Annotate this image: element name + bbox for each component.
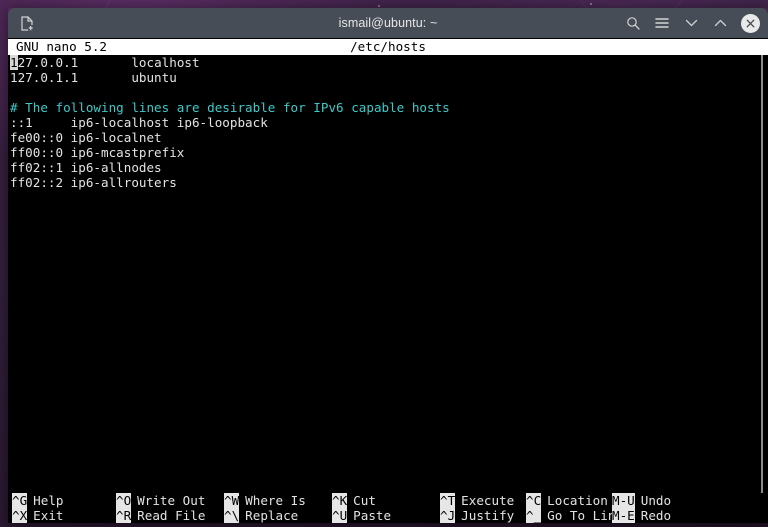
- shortcut-label: Undo: [640, 493, 672, 508]
- shortcut-key: M-U: [612, 493, 635, 508]
- shortcut-exit[interactable]: ^X Exit: [8, 508, 116, 523]
- shortcut-key: ^T: [440, 493, 456, 508]
- shortcut-label: Execute: [461, 493, 515, 508]
- nano-text-line: ::1 ip6-localhost ip6-loopback: [10, 115, 268, 130]
- shortcut-row-1: ^G Help ^O Write Out ^W Where Is ^K Cut ^T Execut…: [8, 493, 768, 508]
- nano-text-line: 127.0.1.1 ubuntu: [10, 70, 177, 85]
- nano-text-line: ff00::0 ip6-mcastprefix: [10, 145, 185, 160]
- hamburger-menu-icon[interactable]: [653, 14, 671, 32]
- shortcut-row-2: ^X Exit ^R Read File ^\ Replace ^U Paste ^J Justi…: [8, 508, 768, 523]
- shortcut-label: Go To Line: [547, 508, 623, 523]
- shortcut-read-file[interactable]: ^R Read File: [116, 508, 224, 523]
- nano-scrollbar[interactable]: [761, 55, 763, 493]
- nano-text-line: fe00::0 ip6-localnet: [10, 130, 162, 145]
- shortcut-key: ^G: [12, 493, 28, 508]
- shortcut-key: M-E: [612, 508, 635, 523]
- shortcut-label: Write Out: [137, 493, 206, 508]
- shortcut-key: ^O: [116, 493, 132, 508]
- shortcut-justify[interactable]: ^J Justify: [440, 508, 526, 523]
- shortcut-label: Justify: [461, 508, 515, 523]
- search-icon[interactable]: [624, 14, 642, 32]
- window-titlebar: ismail@ubuntu: ~: [8, 8, 768, 38]
- shortcut-undo[interactable]: M-U Undo: [612, 493, 708, 508]
- shortcut-key: ^X: [12, 508, 28, 523]
- shortcut-label: Paste: [353, 508, 392, 523]
- shortcut-paste[interactable]: ^U Paste: [332, 508, 440, 523]
- shortcut-key: ^\: [224, 508, 240, 523]
- shortcut-key: ^R: [116, 508, 132, 523]
- shortcut-label: Location: [547, 493, 608, 508]
- shortcut-key: ^C: [526, 493, 542, 508]
- shortcut-location[interactable]: ^C Location: [526, 493, 612, 508]
- nano-text-line: [10, 85, 768, 100]
- wallpaper-decor-dot: [378, 5, 380, 7]
- shortcut-go-to-line[interactable]: ^_ Go To Line: [526, 508, 623, 523]
- shortcut-label: Cut: [353, 493, 376, 508]
- shortcut-label: Read File: [137, 508, 206, 523]
- nano-text-line: 127.0.0.1 localhost: [10, 55, 200, 70]
- nano-editor[interactable]: GNU nano 5.2 /etc/hosts 127.0.0.1 localh…: [8, 38, 768, 523]
- nano-text-area[interactable]: 127.0.0.1 localhost 127.0.1.1 ubuntu # Th…: [8, 55, 768, 493]
- chevron-down-icon[interactable]: [682, 14, 700, 32]
- wallpaper-decor-dot: [590, 3, 592, 5]
- shortcut-write-out[interactable]: ^O Write Out: [116, 493, 224, 508]
- terminal-window: ismail@ubuntu: ~ GNU nano 5.2 /etc/hosts…: [8, 8, 768, 523]
- chevron-up-icon[interactable]: [711, 14, 729, 32]
- nano-shortcut-bar: ^G Help ^O Write Out ^W Where Is ^K Cut ^T Execut…: [8, 493, 768, 523]
- shortcut-key: ^K: [332, 493, 348, 508]
- nano-text-line: ff02::2 ip6-allrouters: [10, 175, 177, 190]
- shortcut-execute[interactable]: ^T Execute: [440, 493, 526, 508]
- shortcut-redo[interactable]: M-E Redo: [612, 508, 708, 523]
- shortcut-key: ^U: [332, 508, 348, 523]
- shortcut-where-is[interactable]: ^W Where Is: [224, 493, 332, 508]
- shortcut-label: Exit: [33, 508, 64, 523]
- shortcut-replace[interactable]: ^\ Replace: [224, 508, 332, 523]
- shortcut-label: Where Is: [245, 493, 306, 508]
- new-tab-icon[interactable]: [18, 14, 36, 32]
- shortcut-help[interactable]: ^G Help: [8, 493, 116, 508]
- shortcut-key: ^J: [440, 508, 456, 523]
- text-cursor: 1: [10, 55, 18, 70]
- nano-text-line: ff02::1 ip6-allnodes: [10, 160, 162, 175]
- shortcut-key: ^_: [526, 508, 542, 523]
- nano-text-line: # The following lines are desirable for …: [10, 100, 450, 115]
- shortcut-key: ^W: [224, 493, 240, 508]
- shortcut-label: Redo: [640, 508, 672, 523]
- nano-filename-label: /etc/hosts: [350, 39, 426, 54]
- shortcut-label: Help: [33, 493, 64, 508]
- nano-titlebar: GNU nano 5.2 /etc/hosts: [8, 39, 768, 55]
- shortcut-label: Replace: [245, 508, 299, 523]
- shortcut-cut[interactable]: ^K Cut: [332, 493, 440, 508]
- close-icon[interactable]: [741, 13, 760, 33]
